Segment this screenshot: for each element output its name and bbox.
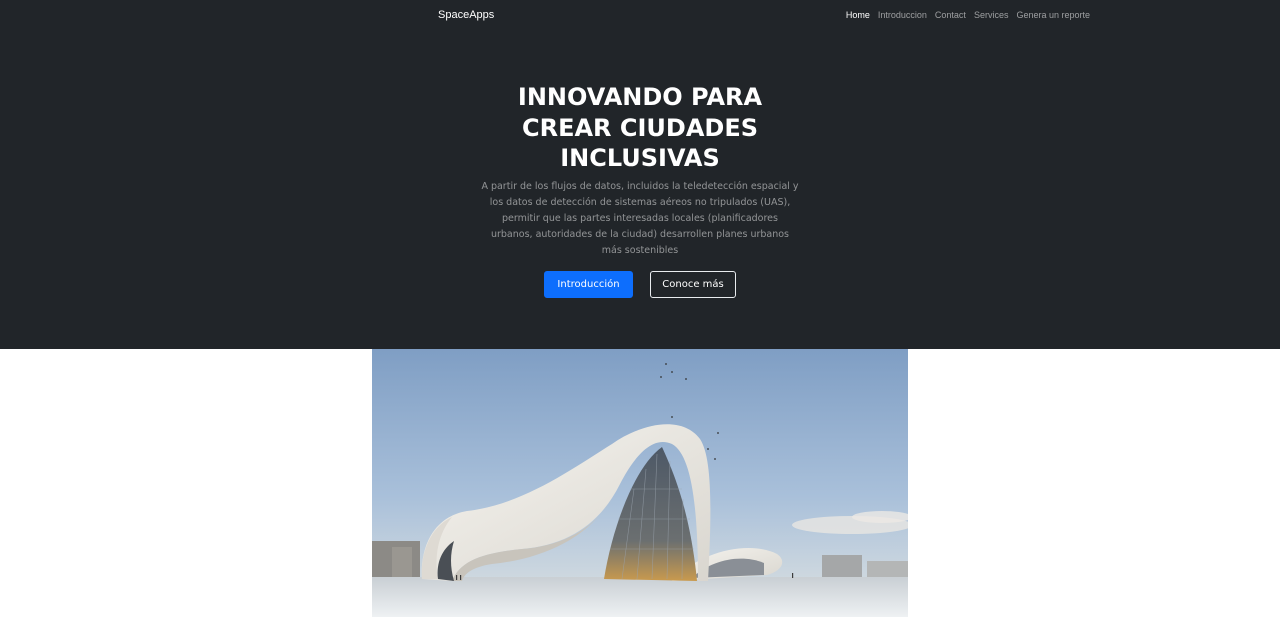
hero-description-line: permitir que las partes interesadas loca… <box>502 213 778 224</box>
hero-description-line: A partir de los flujos de datos, incluid… <box>481 181 799 192</box>
hero-title: INNOVANDO PARA CREAR CIUDADES INCLUSIVAS <box>440 82 840 174</box>
building-photo <box>372 349 908 617</box>
hero-description: A partir de los flujos de datos, incluid… <box>480 179 800 259</box>
hero-title-line: CREAR CIUDADES <box>521 113 759 142</box>
navbar-brand[interactable]: SpaceApps <box>438 8 494 22</box>
building-illustration <box>372 349 908 617</box>
nav-link-contact[interactable]: Contact <box>935 9 966 21</box>
hero-description-line: los datos de detección de sistemas aéreo… <box>489 197 791 208</box>
hero-description-line: más sostenibles <box>601 245 679 256</box>
navbar-links: Home Introduccion Contact Services Gener… <box>846 9 1090 21</box>
nav-link-services[interactable]: Services <box>974 9 1009 21</box>
introduccion-button[interactable]: Introducción <box>544 271 633 298</box>
nav-link-home[interactable]: Home <box>846 9 870 21</box>
hero-title-line: INCLUSIVAS <box>560 144 720 172</box>
nav-link-genera-reporte[interactable]: Genera un reporte <box>1016 9 1090 21</box>
hero-section: SpaceApps Home Introduccion Contact Serv… <box>0 0 1280 349</box>
nav-link-introduccion[interactable]: Introduccion <box>878 9 927 21</box>
hero-title-line: INNOVANDO PARA <box>517 83 763 111</box>
hero-description-line: urbanos, autoridades de la ciudad) desar… <box>490 229 790 240</box>
conoce-mas-button[interactable]: Conoce más <box>650 271 736 298</box>
